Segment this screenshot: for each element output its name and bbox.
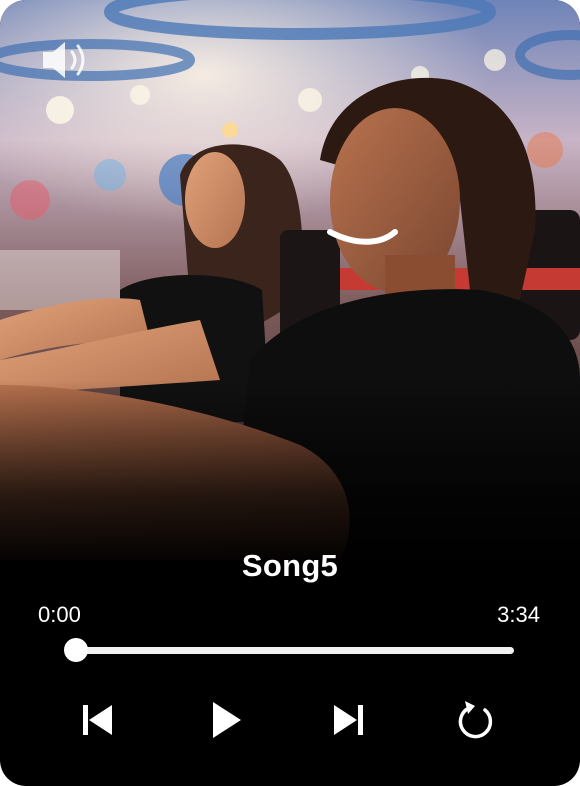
previous-track-button[interactable] (76, 698, 120, 742)
play-icon (213, 702, 241, 738)
current-time: 0:00 (38, 602, 81, 627)
replay-button[interactable] (454, 698, 498, 742)
volume-icon (43, 42, 85, 78)
music-player-card: Song5 0:00 3:34 (0, 0, 580, 786)
next-track-button[interactable] (326, 698, 370, 742)
replay-icon (458, 701, 493, 739)
progress-slider[interactable] (64, 636, 516, 664)
volume-button[interactable] (40, 38, 92, 82)
artwork-bottom-fade (0, 380, 580, 570)
progress-track (76, 647, 514, 654)
skip-previous-icon (83, 705, 112, 735)
skip-next-icon (334, 705, 363, 735)
play-button[interactable] (204, 698, 248, 742)
song-title: Song5 (241, 548, 339, 583)
total-duration: 3:34 (497, 602, 540, 627)
progress-thumb[interactable] (64, 638, 88, 662)
